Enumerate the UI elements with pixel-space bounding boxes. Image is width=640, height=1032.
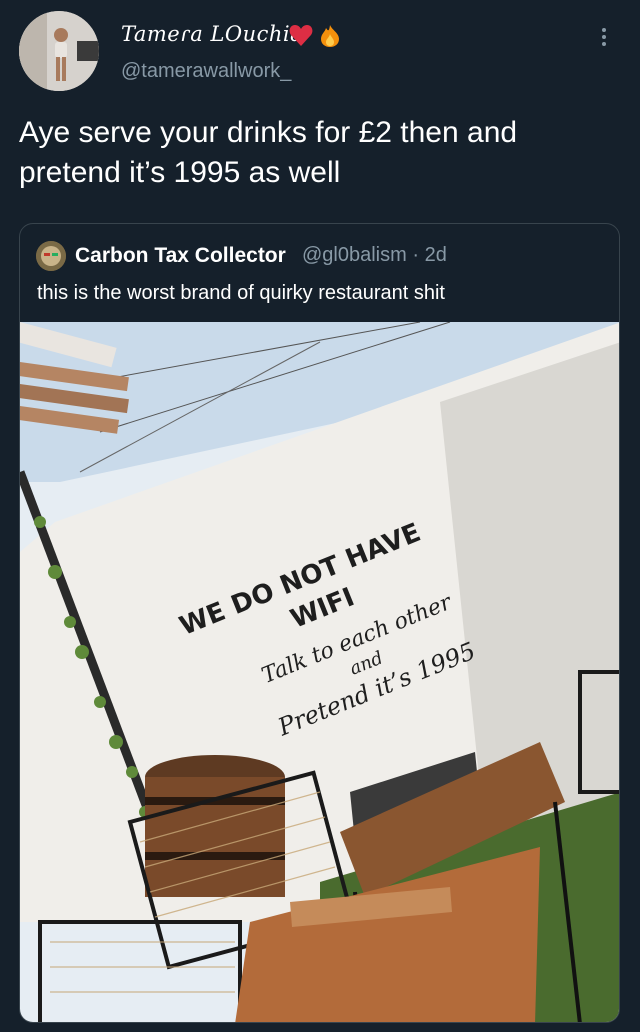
- emoji-group: [289, 25, 339, 47]
- handle[interactable]: @tamerawallwork_: [121, 60, 291, 83]
- quoted-tweet[interactable]: Carbon Tax Collector @gl0balism · 2d thi…: [19, 223, 620, 1023]
- quoted-avatar[interactable]: [36, 241, 66, 271]
- quoted-photo[interactable]: WE DO NOT HAVE WIFI Talk to each other a…: [20, 322, 619, 1022]
- meta-separator: ·: [412, 244, 420, 266]
- fire-emoji: [321, 25, 339, 47]
- quoted-text: this is the worst brand of quirky restau…: [37, 282, 445, 304]
- display-name[interactable]: Tameɾa LOuchia: [121, 22, 303, 46]
- tweet-text: Aye serve your drinks for £2 then and pr…: [19, 116, 518, 189]
- tweet-header: Tameɾa LOuchia @tamerawallwork_: [0, 0, 640, 100]
- quoted-display-name[interactable]: Carbon Tax Collector: [75, 244, 286, 268]
- avatar[interactable]: [19, 11, 99, 91]
- quoted-handle[interactable]: @gl0balism: [302, 244, 407, 266]
- quoted-age: 2d: [424, 244, 447, 266]
- quoted-meta: @gl0balism · 2d: [302, 244, 447, 267]
- heart-emoji: [289, 25, 313, 46]
- more-options-icon[interactable]: [592, 22, 616, 52]
